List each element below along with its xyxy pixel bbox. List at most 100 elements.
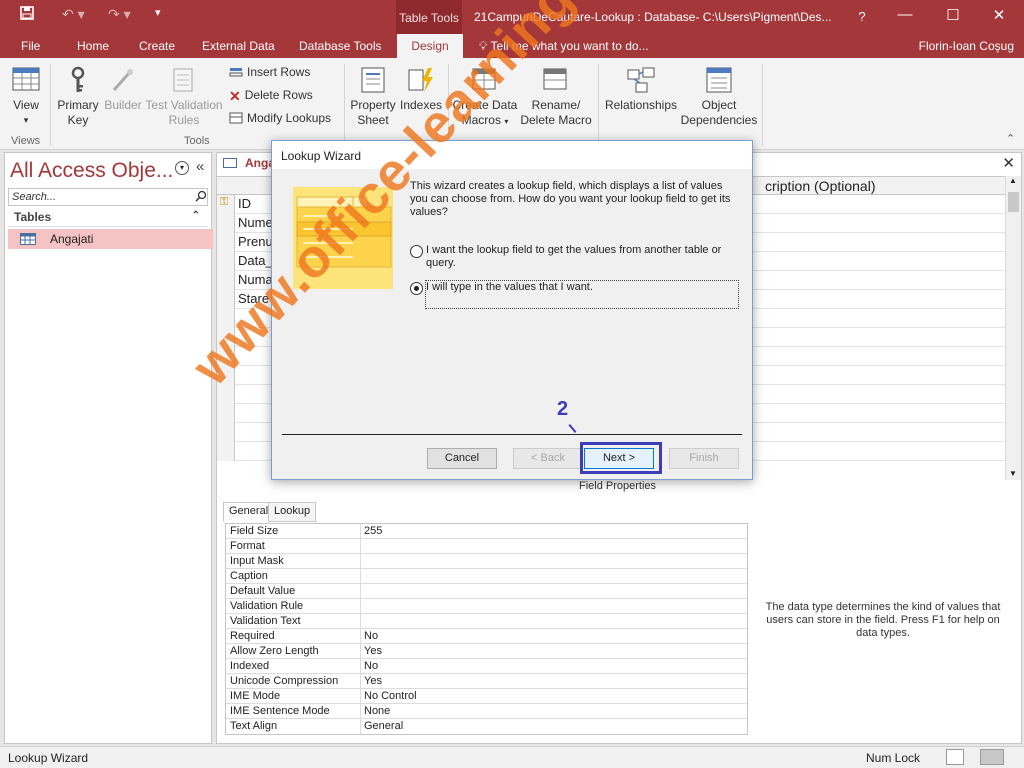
cancel-button[interactable]: Cancel — [427, 448, 497, 469]
row-selector[interactable] — [217, 214, 235, 233]
customize-qat-icon[interactable]: ▾ — [155, 6, 161, 19]
field-name[interactable]: Nume — [238, 215, 273, 230]
help-icon[interactable]: ? — [847, 9, 877, 24]
design-view-status-icon[interactable] — [980, 749, 1004, 765]
row-selector[interactable] — [217, 271, 235, 290]
insert-rows-button[interactable]: Insert Rows — [229, 65, 310, 79]
property-row[interactable]: IME Mode No Control — [226, 689, 747, 704]
tab-external-data[interactable]: External Data — [202, 39, 275, 53]
tools-group-label: Tools — [184, 135, 210, 147]
search-icon[interactable] — [195, 190, 207, 205]
save-icon[interactable] — [20, 6, 34, 24]
row-selector[interactable] — [217, 423, 235, 442]
close-button[interactable]: ✕ — [984, 6, 1014, 24]
scroll-down-icon[interactable]: ▼ — [1009, 469, 1017, 478]
test-validation-label-1: Test Validation — [145, 98, 223, 112]
property-row[interactable]: Unicode Compression Yes — [226, 674, 747, 689]
redo-icon[interactable]: ↷ ▾ — [108, 6, 131, 23]
ribbon-separator — [344, 64, 345, 146]
table-icon — [20, 233, 36, 248]
field-name[interactable]: Prenu — [238, 234, 273, 249]
delete-rows-button[interactable]: ✕ Delete Rows — [229, 88, 313, 104]
property-row[interactable]: Validation Text — [226, 614, 747, 629]
wand-icon — [108, 66, 138, 94]
vertical-scrollbar[interactable]: ▲ ▼ — [1005, 176, 1021, 480]
datasheet-view-status-icon[interactable] — [946, 749, 964, 765]
primary-key-label-2: Key — [67, 113, 89, 127]
tab-lookup[interactable]: Lookup — [268, 502, 317, 522]
row-selector[interactable] — [217, 233, 235, 252]
tab-file[interactable]: File — [21, 39, 40, 53]
nav-item-angajati[interactable]: Angajati — [8, 229, 213, 249]
property-row[interactable]: IME Sentence Mode None — [226, 704, 747, 719]
nav-section-tables[interactable]: Tables ⌃ — [8, 209, 208, 227]
ribbon-separator — [50, 64, 51, 146]
row-selector[interactable] — [217, 442, 235, 461]
maximize-button[interactable]: ☐ — [938, 6, 968, 24]
scroll-up-icon[interactable]: ▲ — [1009, 176, 1017, 185]
collapse-ribbon-icon[interactable]: ⌃ — [1006, 132, 1015, 145]
property-row[interactable]: Indexed No — [226, 659, 747, 674]
tab-general[interactable]: General — [223, 502, 275, 522]
nav-search-input[interactable]: Search... — [8, 188, 208, 206]
property-sheet-button[interactable]: Property Sheet — [349, 66, 397, 128]
rename-delete-macro-button[interactable]: Rename/ Delete Macro — [520, 66, 592, 128]
relationships-button[interactable]: Relationships — [603, 66, 679, 113]
modify-lookups-icon — [229, 112, 243, 124]
scroll-thumb[interactable] — [1008, 192, 1019, 212]
status-text: Lookup Wizard — [8, 751, 89, 765]
collapse-section-icon[interactable]: ⌃ — [192, 210, 200, 221]
view-button[interactable]: View ▾ — [8, 66, 44, 128]
insert-rows-icon — [229, 66, 243, 78]
property-row[interactable]: Text Align General — [226, 719, 747, 734]
field-properties-label: Field Properties — [579, 480, 657, 492]
property-row[interactable]: Validation Rule — [226, 599, 747, 614]
delete-rows-icon: ✕ — [229, 88, 241, 104]
modify-lookups-button[interactable]: Modify Lookups — [229, 111, 331, 125]
property-row[interactable]: Required No — [226, 629, 747, 644]
undo-icon[interactable]: ↶ ▾ — [62, 6, 85, 23]
nav-pane-title[interactable]: All Access Obje... — [10, 159, 173, 183]
modify-lookups-label: Modify Lookups — [247, 111, 332, 125]
radio-button-selected-icon[interactable] — [410, 282, 423, 295]
option-from-table-radio[interactable]: I want the lookup field to get the value… — [410, 244, 740, 272]
nav-dropdown-icon[interactable]: ▾ — [175, 161, 189, 175]
minimize-button[interactable]: — — [890, 6, 920, 23]
step-number-annotation: 2 — [557, 398, 569, 420]
property-row[interactable]: Field Size 255 — [226, 524, 747, 539]
builder-button[interactable]: Builder — [102, 66, 144, 113]
dialog-title: Lookup Wizard — [281, 149, 362, 163]
tab-database-tools[interactable]: Database Tools — [299, 39, 382, 53]
object-dependencies-label-1: Object — [701, 98, 737, 112]
navigation-pane: All Access Obje... ▾ « Search... Tables ⌃… — [4, 152, 213, 744]
row-selector[interactable]: ⚿ — [217, 195, 235, 214]
row-selector[interactable] — [217, 252, 235, 271]
radio-button-icon[interactable] — [410, 245, 423, 258]
property-row[interactable]: Input Mask — [226, 554, 747, 569]
primary-key-button[interactable]: Primary Key — [56, 66, 100, 128]
view-label: View — [13, 98, 39, 112]
tab-home[interactable]: Home — [77, 39, 109, 53]
next-button-highlight — [580, 442, 662, 474]
rename-macro-icon — [541, 66, 571, 94]
ribbon-separator — [598, 64, 599, 146]
property-row[interactable]: Allow Zero Length Yes — [226, 644, 747, 659]
primary-key-icon: ⚿ — [220, 196, 229, 208]
back-button[interactable]: < Back — [513, 448, 583, 469]
user-name[interactable]: Florin-Ioan Coşug — [919, 39, 1014, 53]
tab-design[interactable]: Design — [397, 34, 463, 58]
ribbon-separator — [762, 64, 763, 146]
shutter-bar-close-icon[interactable]: « — [196, 158, 204, 175]
option-type-values-radio[interactable]: I will type in the values that I want. — [410, 281, 730, 297]
property-row[interactable]: Caption — [226, 569, 747, 584]
row-selector[interactable] — [217, 404, 235, 423]
wizard-intro-text: This wizard creates a lookup field, whic… — [410, 180, 731, 218]
tab-create[interactable]: Create — [139, 39, 175, 53]
finish-button[interactable]: Finish — [669, 448, 739, 469]
field-name[interactable]: ID — [238, 196, 251, 211]
property-row[interactable]: Format — [226, 539, 747, 554]
test-validation-rules-button[interactable]: Test Validation Rules — [144, 66, 224, 128]
property-row[interactable]: Default Value — [226, 584, 747, 599]
close-document-icon[interactable]: ✕ — [1002, 154, 1015, 172]
object-dependencies-button[interactable]: Object Dependencies — [680, 66, 758, 128]
